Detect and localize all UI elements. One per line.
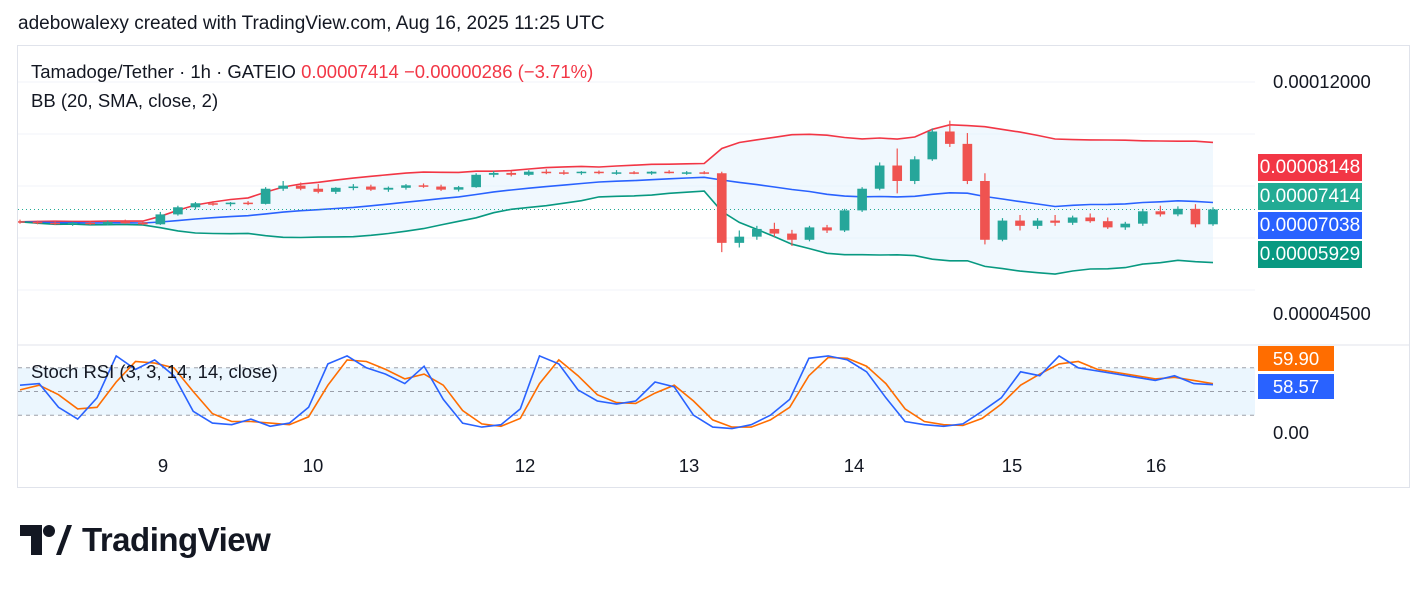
candle-body: [927, 131, 938, 160]
candle-body: [102, 221, 113, 225]
candle-body: [506, 172, 517, 175]
candle-body: [1190, 208, 1201, 225]
candle-body: [1015, 220, 1025, 226]
last-price: 0.00007414: [301, 61, 399, 82]
candle-body: [734, 236, 745, 243]
bb-band-fill: [20, 124, 1213, 275]
x-tick-label: 16: [1145, 455, 1167, 476]
candle-body: [962, 143, 973, 181]
candle-body: [225, 202, 236, 205]
candle-body: [418, 185, 429, 187]
symbol-label[interactable]: Tamadoge/Tether · 1h · GATEIO: [31, 61, 296, 82]
candle-body: [1137, 211, 1148, 224]
candle-body: [1102, 221, 1113, 228]
candle-body: [1155, 211, 1166, 215]
candle-body: [945, 131, 955, 144]
candle-body: [1067, 217, 1078, 223]
price-change: −0.00000286 (−3.71%): [403, 61, 594, 82]
candle-body: [471, 174, 481, 188]
x-tick-label: 14: [843, 455, 865, 476]
candle-body: [699, 172, 710, 174]
candle-body: [436, 186, 446, 190]
bb-upper-price-badge: 0.00008148: [1258, 154, 1362, 181]
candle-body: [1032, 220, 1043, 226]
candle-body: [980, 180, 990, 240]
x-tick-label: 15: [1001, 455, 1023, 476]
candle-body: [295, 185, 306, 189]
candle-body: [330, 187, 341, 192]
candle-body: [1208, 209, 1218, 225]
y-tick-label: 0.00012000: [1273, 71, 1371, 92]
candle-body: [173, 207, 183, 215]
bollinger-bands: [18, 123, 1255, 275]
candle-body: [909, 159, 920, 181]
tradingview-logo[interactable]: TradingView: [20, 520, 271, 560]
candle-body: [892, 165, 903, 181]
stoch-y-tick-label: 0.00: [1273, 422, 1310, 443]
candle-body: [1085, 217, 1096, 222]
candle-body: [120, 221, 131, 224]
candle-body: [646, 171, 657, 174]
candle-body: [804, 227, 815, 240]
candle-body: [401, 185, 411, 188]
x-tick-label: 13: [678, 455, 700, 476]
candle-body: [453, 187, 464, 190]
candle-body: [32, 221, 43, 224]
last-price-badge: 0.00007414: [1258, 183, 1362, 210]
candle-body: [874, 165, 885, 189]
x-tick-label: 9: [157, 455, 169, 476]
candle-body: [260, 188, 271, 204]
candle-body: [348, 186, 359, 189]
candle-body: [366, 186, 376, 190]
candle-body: [50, 222, 60, 225]
candle-body: [243, 202, 253, 205]
tradingview-logo-icon: [20, 525, 72, 555]
candle-body: [313, 188, 324, 192]
candle-body: [559, 172, 569, 174]
candle-body: [67, 222, 78, 225]
candle-body: [190, 203, 201, 208]
candle-body: [716, 173, 727, 243]
candle-body: [681, 172, 692, 174]
candle-body: [769, 228, 780, 234]
bb-lower-price-badge: 0.00005929: [1258, 241, 1362, 268]
x-tick-label: 10: [302, 455, 324, 476]
x-tick-label: 12: [514, 455, 536, 476]
candle-body: [155, 214, 166, 225]
candle-body: [1120, 223, 1131, 228]
stoch-k-badge: 58.57: [1258, 374, 1334, 399]
candle-body: [857, 188, 867, 211]
candle-body: [611, 172, 622, 174]
candle-body: [752, 228, 762, 237]
candle-body: [488, 172, 499, 175]
candle-body: [822, 227, 832, 231]
candle-body: [594, 171, 604, 174]
stoch-d-badge: 59.90: [1258, 346, 1334, 371]
candle-body: [576, 171, 587, 174]
candle-body: [383, 187, 394, 190]
candle-body: [839, 210, 850, 231]
tradingview-logo-text: TradingView: [82, 521, 271, 558]
bb-basis-price-badge: 0.00007038: [1258, 212, 1362, 239]
candle-body: [137, 222, 148, 225]
candle-body: [541, 171, 552, 174]
stoch-rsi-legend[interactable]: Stoch RSI (3, 3, 14, 14, close): [31, 361, 278, 383]
candle-body: [208, 203, 218, 205]
candle-body: [523, 171, 534, 175]
chart-legend: Tamadoge/Tether · 1h · GATEIO 0.00007414…: [31, 61, 593, 119]
candle-body: [787, 233, 797, 240]
candle-body: [85, 222, 96, 225]
candle-body: [997, 220, 1008, 240]
candle-body: [278, 185, 288, 189]
candle-body: [18, 221, 25, 223]
bollinger-legend[interactable]: BB (20, SMA, close, 2): [31, 90, 218, 111]
y-tick-label: 0.00004500: [1273, 303, 1371, 324]
candle-body: [664, 171, 674, 174]
candle-body: [1173, 208, 1183, 215]
candle-body: [629, 172, 639, 174]
candle-body: [1050, 220, 1060, 223]
